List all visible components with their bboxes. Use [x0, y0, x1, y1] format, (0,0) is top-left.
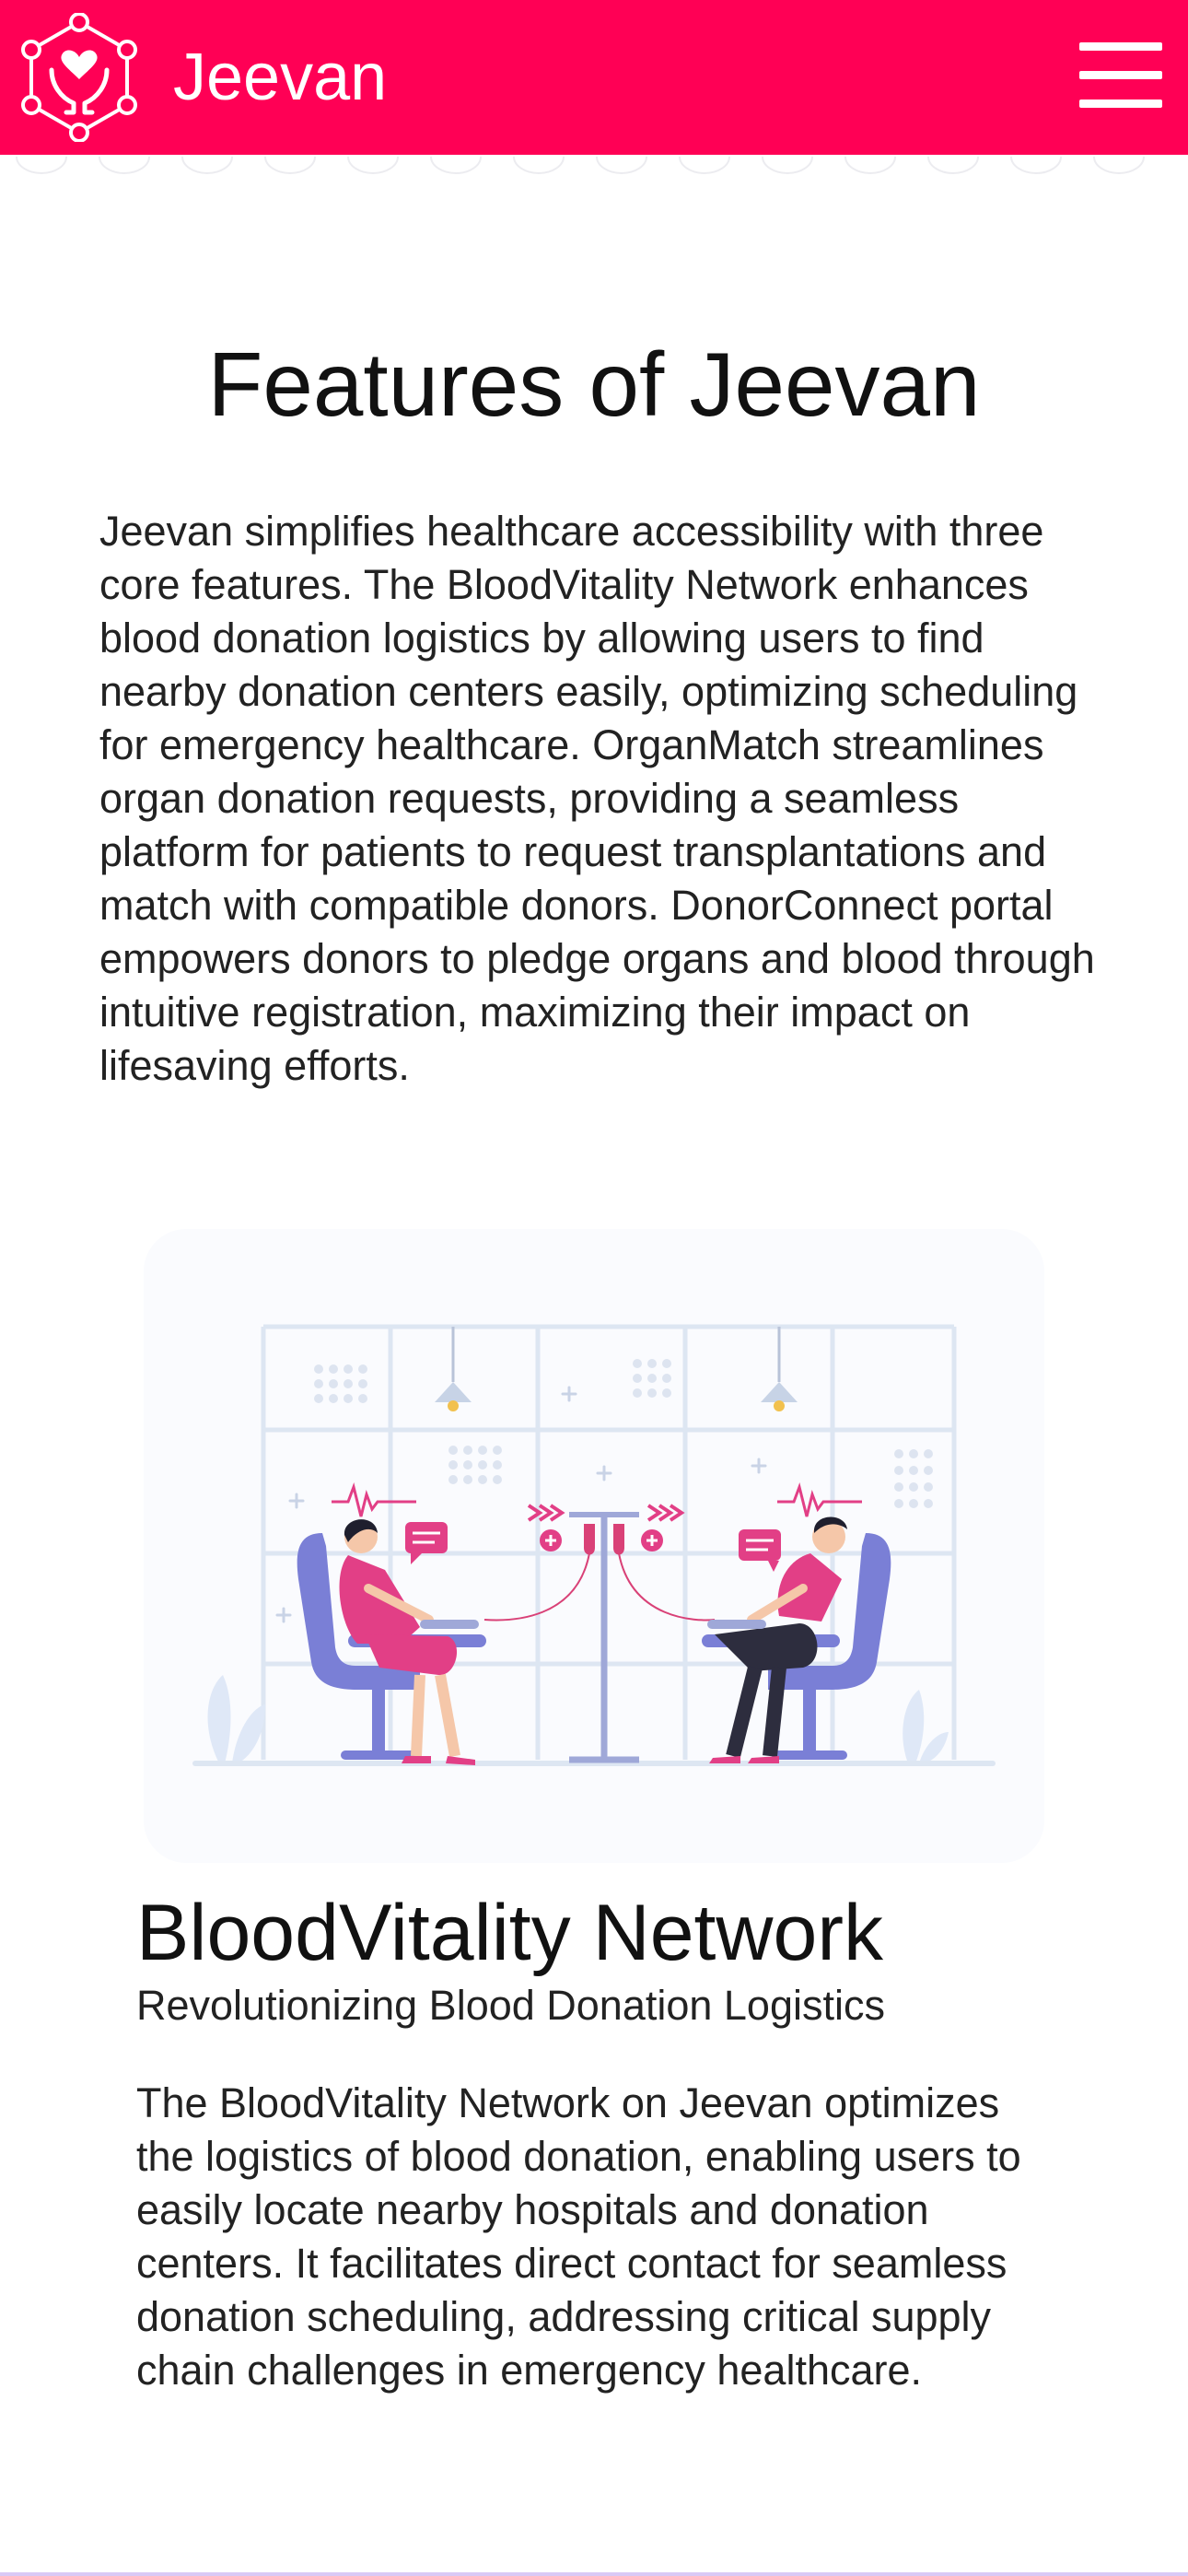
feature-subtitle: Revolutionizing Blood Donation Logistics [136, 1982, 885, 2029]
blood-donation-illustration [144, 1229, 1044, 1863]
section-divider [0, 2572, 1188, 2576]
app-header: Jeevan [0, 0, 1188, 155]
features-title: Features of Jeevan [207, 334, 981, 435]
hamburger-menu-icon[interactable] [1079, 41, 1162, 111]
features-intro: Jeevan simplifies healthcare accessibili… [99, 508, 1095, 1089]
scalloped-divider [16, 156, 1145, 174]
hands-heart-hexagon-icon[interactable] [20, 12, 138, 143]
brand-name[interactable]: Jeevan [173, 33, 387, 122]
feature-description: The BloodVitality Network on Jeevan opti… [136, 2079, 1021, 2394]
feature-title: BloodVitality Network [136, 1889, 883, 1977]
